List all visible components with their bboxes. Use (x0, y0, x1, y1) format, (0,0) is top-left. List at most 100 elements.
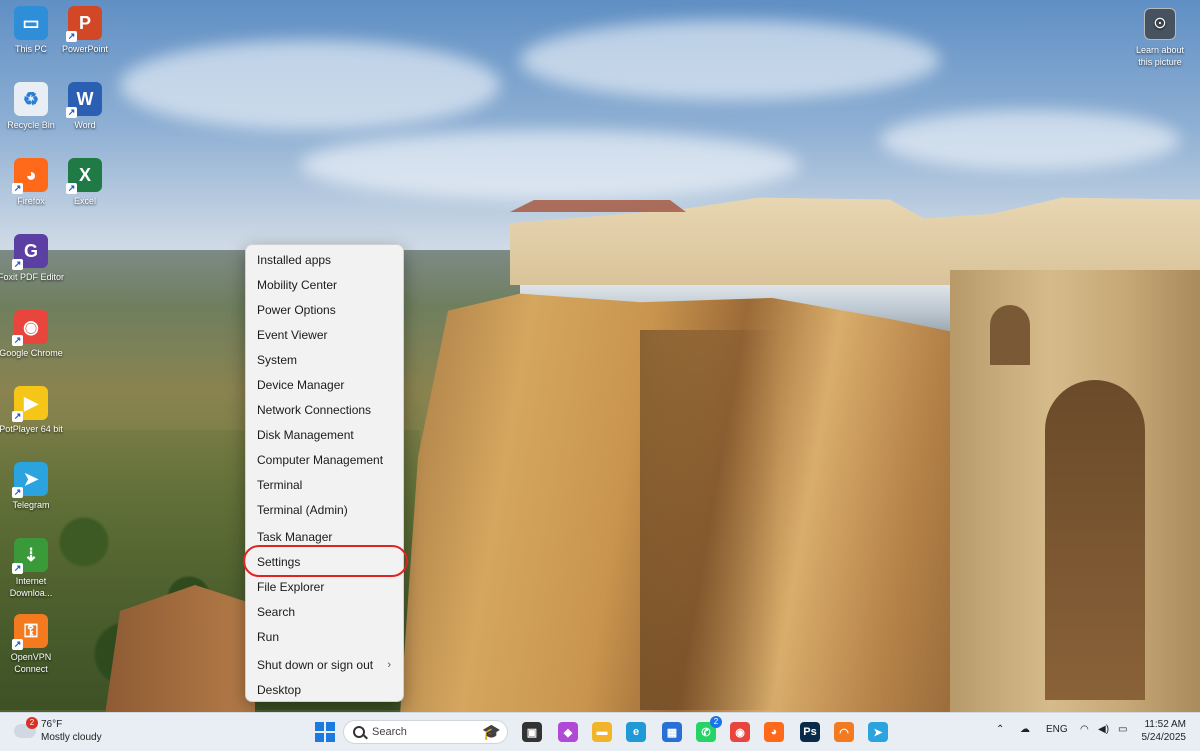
menu-item-label: Device Manager (257, 378, 345, 392)
taskbar-search[interactable]: Search 🎓 (343, 720, 508, 744)
desktop-shortcut-foxit-pdf[interactable]: G ↗ Foxit PDF Editor (0, 234, 66, 283)
wifi-icon[interactable]: ◠ (1080, 724, 1089, 735)
desktop-shortcut-chrome[interactable]: ◉ ↗ Google Chrome (0, 310, 66, 359)
desktop-shortcut-label: Internet Downloa... (9, 576, 53, 598)
menu-item-terminal[interactable]: Terminal (246, 473, 403, 497)
menu-item-system[interactable]: System (246, 348, 403, 372)
taskbar-app-chrome[interactable]: ◉ (728, 720, 752, 744)
chrome-icon: ◉ (730, 722, 750, 742)
shortcut-arrow-icon: ↗ (12, 639, 23, 650)
menu-item-label: Run (257, 630, 280, 644)
menu-item-label: File Explorer (257, 580, 325, 594)
menu-item-computer-management[interactable]: Computer Management (246, 448, 403, 472)
shortcut-arrow-icon: ↗ (12, 259, 23, 270)
camera-icon: ⊙ (1144, 8, 1176, 40)
shortcut-arrow-icon: ↗ (12, 563, 23, 574)
desktop-shortcut-word[interactable]: W ↗ Word (50, 82, 120, 131)
menu-item-label: Shut down or sign out (257, 658, 374, 672)
onedrive-icon[interactable]: ☁ (1020, 724, 1030, 735)
weather-temp: 76°F (41, 719, 63, 730)
taskbar-app-firefox[interactable]: ◕ (762, 720, 786, 744)
desktop-shortcut-label: OpenVPN Connect (10, 652, 52, 674)
taskbar-app-edge[interactable]: e (624, 720, 648, 744)
menu-item-run[interactable]: Run (246, 625, 403, 649)
menu-item-label: Mobility Center (257, 278, 338, 292)
foxit-pdf-icon: G ↗ (12, 234, 48, 270)
menu-item-power-options[interactable]: Power Options (246, 298, 403, 322)
menu-item-device-manager[interactable]: Device Manager (246, 373, 403, 397)
desktop-shortcut-label: Google Chrome (0, 348, 63, 358)
desktop-shortcut-powerpoint[interactable]: P ↗ PowerPoint (50, 6, 120, 55)
language-indicator[interactable]: ENG (1046, 724, 1068, 735)
weather-condition: Mostly cloudy (41, 732, 102, 743)
battery-icon[interactable]: ▭ (1118, 724, 1127, 735)
taskbar-app-whatsapp[interactable]: ✆ 2 (694, 716, 722, 744)
menu-item-disk-management[interactable]: Disk Management (246, 423, 403, 447)
learn-about-picture[interactable]: ⊙ Learn about this picture (1130, 8, 1190, 68)
menu-item-desktop[interactable]: Desktop (246, 678, 403, 702)
taskbar-app-photoshop[interactable]: Ps (798, 720, 822, 744)
menu-item-label: Terminal (Admin) (257, 503, 348, 517)
shortcut-arrow-icon: ↗ (12, 183, 23, 194)
shortcut-arrow-icon: ↗ (66, 183, 77, 194)
copilot-icon: ◆ (558, 722, 578, 742)
taskbar-app-microsoft-store[interactable]: ▦ (660, 720, 684, 744)
menu-item-event-viewer[interactable]: Event Viewer (246, 323, 403, 347)
taskbar-app-openvpn[interactable]: ◠ (832, 720, 856, 744)
menu-item-label: Power Options (257, 303, 336, 317)
chevron-right-icon: › (387, 659, 391, 671)
menu-item-installed-apps[interactable]: Installed apps (246, 248, 403, 272)
desktop-shortcut-potplayer[interactable]: ▶ ↗ PotPlayer 64 bit (0, 386, 66, 435)
menu-item-label: Disk Management (257, 428, 354, 442)
winx-context-menu: Installed apps Mobility Center Power Optio… (245, 244, 404, 702)
clock-time: 11:52 AM (1144, 719, 1186, 730)
menu-item-file-explorer[interactable]: File Explorer (246, 575, 403, 599)
volume-icon[interactable]: ◀) (1098, 724, 1109, 735)
show-hidden-icons-chevron-icon[interactable]: ⌃ (996, 724, 1004, 735)
shortcut-arrow-icon: ↗ (12, 411, 23, 422)
menu-item-shut-down-or-sign-out[interactable]: Shut down or sign out › (246, 653, 403, 677)
taskbar-app-telegram[interactable]: ➤ (866, 720, 890, 744)
powerpoint-icon: P ↗ (66, 6, 102, 42)
clock[interactable]: 11:52 AM 5/24/2025 (1142, 718, 1187, 744)
menu-item-label: Terminal (257, 478, 303, 492)
menu-item-mobility-center[interactable]: Mobility Center (246, 273, 403, 297)
desktop-shortcut-excel[interactable]: X ↗ Excel (50, 158, 120, 207)
menu-item-label: System (257, 353, 298, 367)
shortcut-arrow-icon: ↗ (66, 31, 77, 42)
menu-item-label: Task Manager (257, 530, 333, 544)
menu-item-search[interactable]: Search (246, 600, 403, 624)
openvpn-icon: ⚿ ↗ (12, 614, 48, 650)
photoshop-icon: Ps (800, 722, 820, 742)
menu-item-network-connections[interactable]: Network Connections (246, 398, 403, 422)
desktop-shortcut-label: Telegram (12, 500, 50, 510)
menu-item-label: Search (257, 605, 296, 619)
desktop-shortcut-internet-download-manager[interactable]: ⇣ ↗ Internet Downloa... (0, 538, 66, 599)
telegram-icon: ➤ (868, 722, 888, 742)
clock-date: 5/24/2025 (1141, 732, 1187, 743)
search-placeholder: Search (372, 726, 407, 738)
desktop-shortcut-label: Foxit PDF Editor (0, 272, 64, 282)
internet-download-manager-icon: ⇣ ↗ (12, 538, 48, 574)
menu-item-terminal-admin[interactable]: Terminal (Admin) (246, 498, 403, 522)
menu-item-label: Event Viewer (257, 328, 328, 342)
start-button[interactable] (313, 720, 337, 744)
chrome-icon: ◉ ↗ (12, 310, 48, 346)
taskbar-app-file-explorer[interactable]: ▬ (590, 720, 614, 744)
microsoft-store-icon: ▦ (662, 722, 682, 742)
recycle-bin-icon: ♻ (14, 82, 48, 116)
desktop-shortcut-label: PotPlayer 64 bit (0, 424, 63, 434)
potplayer-icon: ▶ ↗ (12, 386, 48, 422)
shortcut-arrow-icon: ↗ (66, 107, 77, 118)
menu-item-label: Installed apps (257, 253, 332, 267)
desktop-shortcut-telegram[interactable]: ➤ ↗ Telegram (0, 462, 66, 511)
desktop-shortcut-label: Word (74, 120, 96, 130)
desktop-shortcut-openvpn[interactable]: ⚿ ↗ OpenVPN Connect (0, 614, 66, 675)
search-icon (353, 726, 365, 738)
taskbar-app-task-view[interactable]: ▣ (520, 720, 544, 744)
menu-item-label: Desktop (257, 683, 302, 697)
firefox-icon: ◕ ↗ (12, 158, 48, 194)
learn-about-label: Learn about this picture (1135, 45, 1185, 67)
excel-icon: X ↗ (66, 158, 102, 194)
taskbar-app-copilot[interactable]: ◆ (556, 720, 580, 744)
